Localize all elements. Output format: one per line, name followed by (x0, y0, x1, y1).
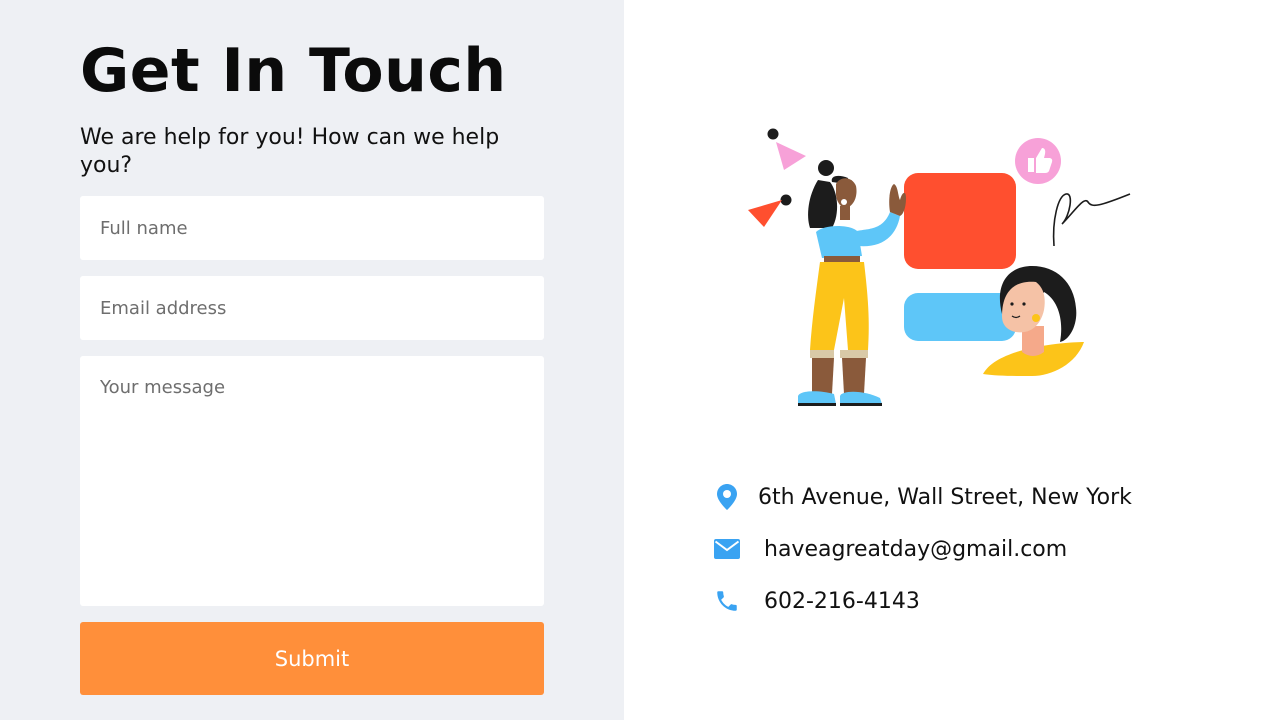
email-input[interactable] (80, 276, 544, 340)
contact-illustration (748, 128, 1131, 406)
contact-address: 6th Avenue, Wall Street, New York (712, 482, 1132, 512)
page-title: Get In Touch (80, 36, 507, 106)
location-pin-icon (712, 482, 742, 512)
form-panel: Get In Touch We are help for you! How ca… (0, 0, 624, 720)
contact-phone: 602-216-4143 (712, 586, 920, 616)
message-textarea[interactable] (80, 356, 544, 606)
full-name-input[interactable] (80, 196, 544, 260)
phone-icon (712, 586, 742, 616)
contact-email: haveagreatday@gmail.com (712, 534, 1067, 564)
envelope-icon (712, 534, 742, 564)
email-link[interactable]: haveagreatday@gmail.com (764, 537, 1067, 562)
page-subtitle: We are help for you! How can we help you… (80, 125, 500, 178)
phone-link[interactable]: 602-216-4143 (764, 589, 920, 614)
address-text: 6th Avenue, Wall Street, New York (758, 484, 1132, 510)
submit-button[interactable]: Submit (80, 622, 544, 695)
